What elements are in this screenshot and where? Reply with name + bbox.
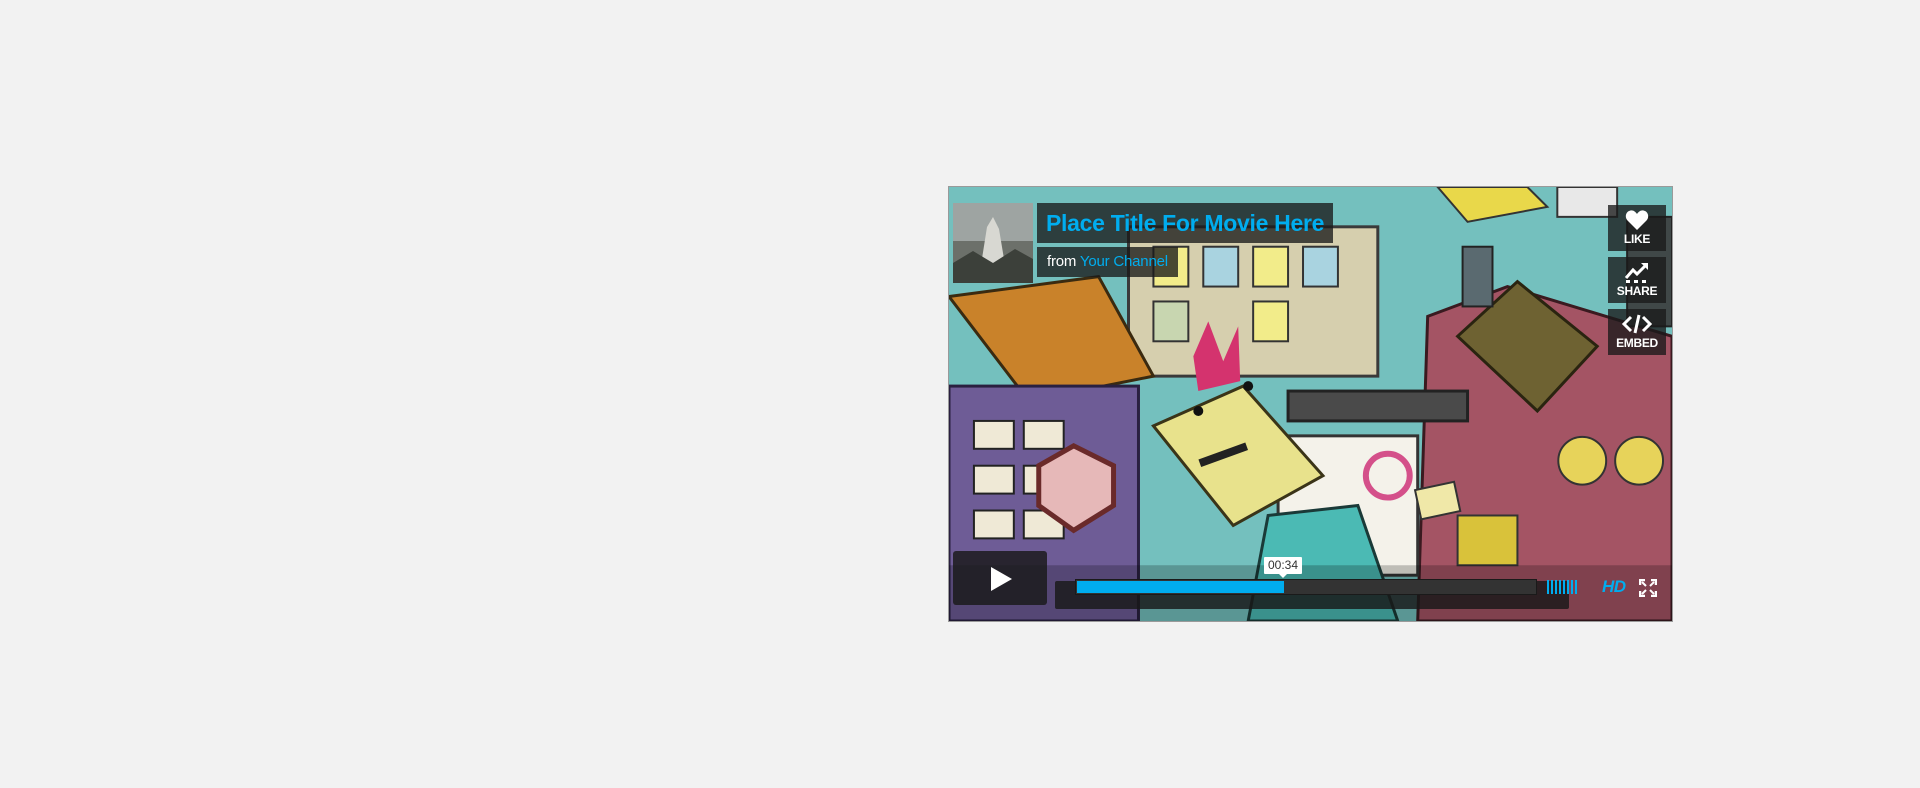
heart-icon	[1625, 210, 1649, 230]
play-icon	[991, 567, 1012, 591]
share-label: SHARE	[1616, 284, 1658, 298]
volume-bar	[1563, 580, 1565, 594]
volume-bar	[1555, 580, 1557, 594]
volume-bar	[1547, 580, 1549, 594]
hd-button[interactable]: HD	[1602, 577, 1626, 597]
volume-bar	[1551, 580, 1553, 594]
channel-link[interactable]: Your Channel	[1080, 253, 1168, 270]
time-tooltip: 00:34	[1264, 557, 1303, 578]
fullscreen-icon	[1638, 578, 1658, 598]
thumbnail-image	[953, 203, 1033, 283]
play-button[interactable]	[953, 551, 1047, 605]
share-button[interactable]: SHARE	[1608, 257, 1666, 303]
volume-control[interactable]	[1547, 580, 1579, 594]
share-icon	[1624, 263, 1648, 283]
video-byline: from Your Channel	[1037, 247, 1178, 277]
progress-bar[interactable]	[1075, 579, 1537, 595]
embed-label: EMBED	[1616, 336, 1658, 350]
volume-bar	[1571, 580, 1573, 594]
volume-bar	[1559, 580, 1561, 594]
code-icon	[1622, 314, 1652, 334]
like-button[interactable]: LIKE	[1608, 205, 1666, 251]
byline-prefix: from	[1047, 253, 1077, 270]
embed-button[interactable]: EMBED	[1608, 309, 1666, 355]
volume-bar	[1575, 580, 1577, 594]
video-title[interactable]: Place Title For Movie Here	[1037, 203, 1334, 243]
channel-thumbnail[interactable]	[953, 203, 1033, 283]
video-player[interactable]: Place Title For Movie Here from Your Cha…	[948, 186, 1673, 622]
volume-bar	[1567, 580, 1569, 594]
like-label: LIKE	[1623, 232, 1651, 246]
progress-fill	[1077, 581, 1284, 593]
fullscreen-button[interactable]	[1638, 578, 1658, 602]
